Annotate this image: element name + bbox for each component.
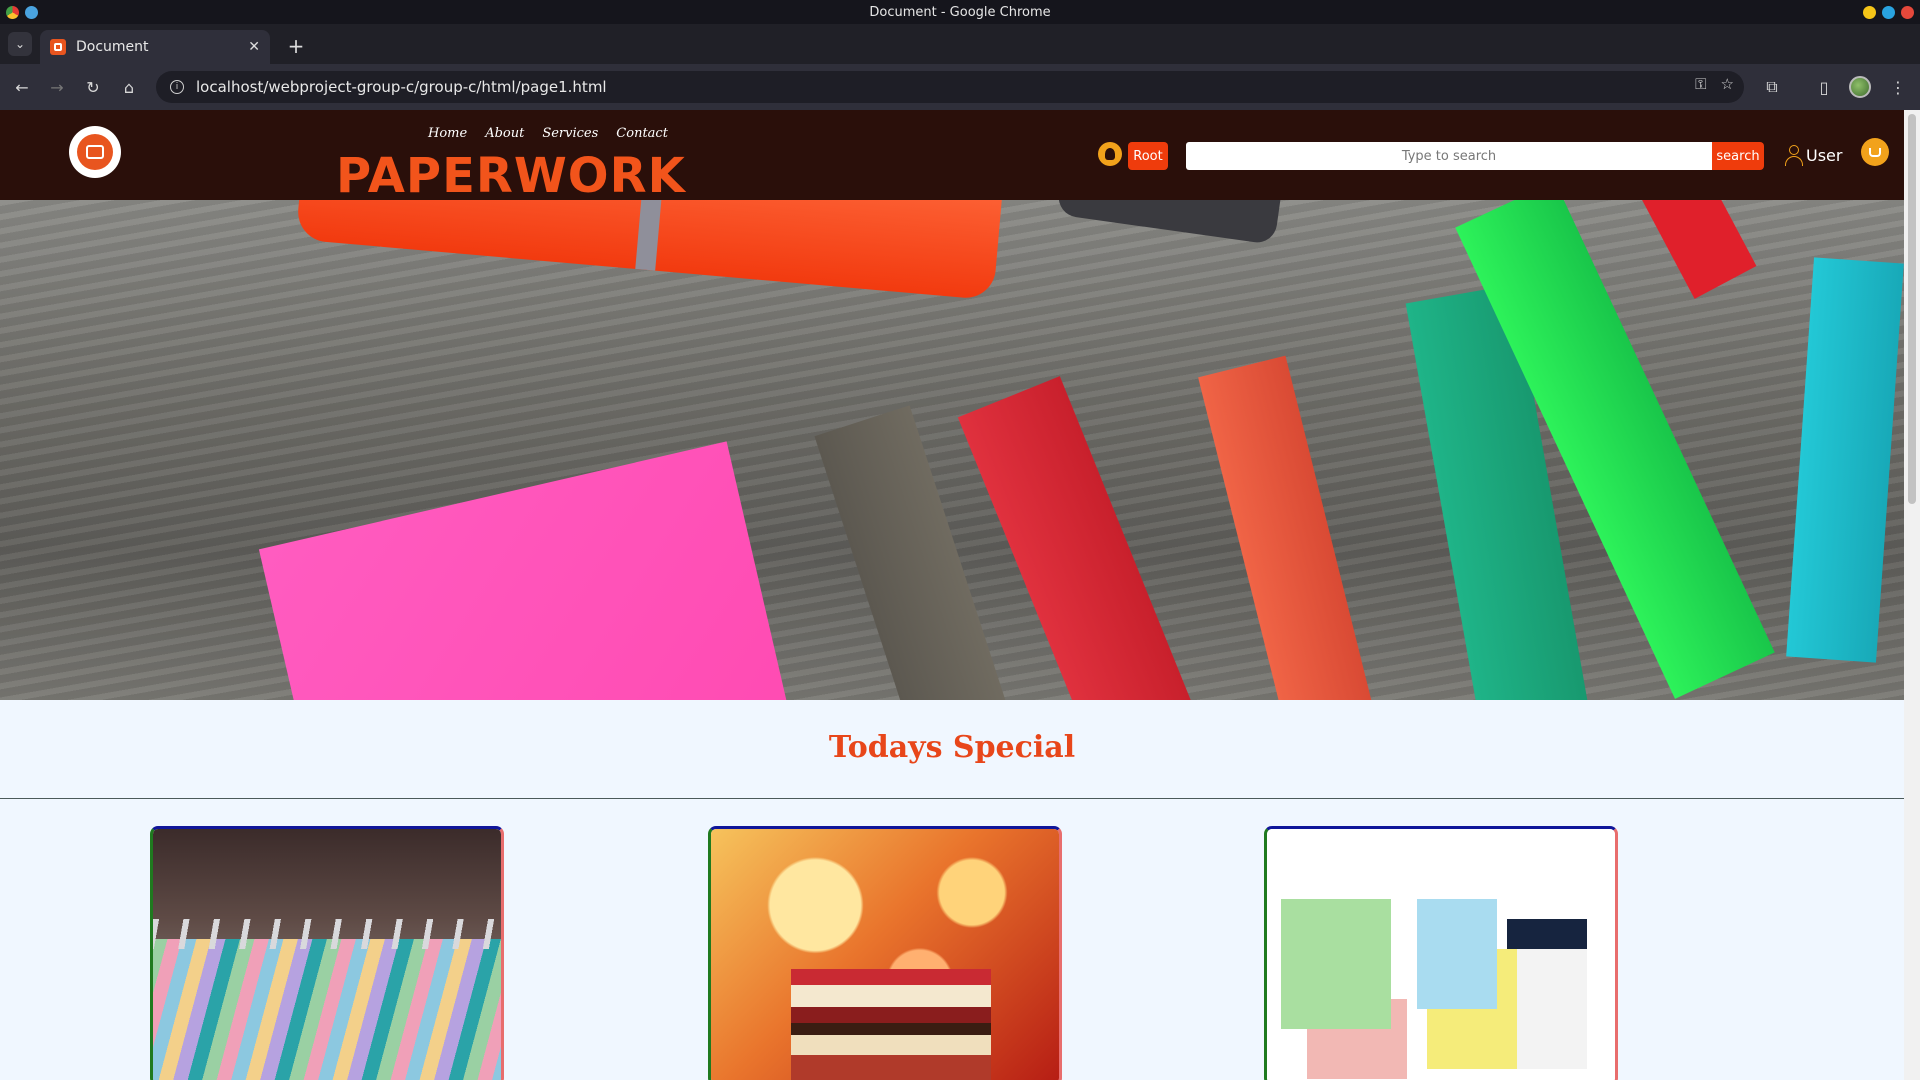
red-chalk-shape [957, 376, 1233, 700]
window-titlebar: Document - Google Chrome [0, 0, 1920, 24]
nav-contact[interactable]: Contact [616, 126, 668, 141]
browser-toolbar: ← → ↻ ⌂ i localhost/webproject-group-c/g… [0, 64, 1920, 110]
search-button[interactable]: search [1712, 142, 1764, 170]
forward-button[interactable]: → [45, 75, 69, 99]
back-button[interactable]: ← [10, 75, 34, 99]
extensions-icon[interactable]: ⧉ [1760, 75, 1784, 99]
bookmark-star-icon[interactable]: ☆ [1721, 75, 1734, 93]
nav-about[interactable]: About [485, 126, 524, 141]
window-app-icons [6, 6, 38, 19]
user-link[interactable]: User [1784, 144, 1842, 166]
special-card-3[interactable] [1264, 826, 1618, 1080]
colored-pencils-image [153, 829, 501, 1080]
page-favicon-icon [50, 39, 66, 55]
close-window-button[interactable] [1901, 6, 1914, 19]
site-info-icon[interactable]: i [170, 80, 184, 94]
cart-icon[interactable] [1861, 138, 1889, 166]
tab-search-button[interactable]: ⌄ [8, 32, 32, 56]
chrome-icon [6, 6, 19, 19]
logo-icon [77, 134, 113, 170]
maximize-button[interactable] [1882, 6, 1895, 19]
window-title: Document - Google Chrome [869, 4, 1051, 20]
nav-home[interactable]: Home [428, 126, 467, 141]
main-nav: Home About Services Contact [428, 126, 668, 141]
receipt-notepads-image [1267, 829, 1615, 1080]
coral-chalk-shape [1198, 355, 1392, 700]
profile-avatar[interactable] [1848, 75, 1872, 99]
special-card-2[interactable] [708, 826, 1062, 1080]
nav-services[interactable]: Services [542, 126, 598, 141]
root-button[interactable]: Root [1128, 142, 1168, 170]
site-logo[interactable] [69, 126, 121, 178]
red-pastel-shape [1633, 200, 1757, 299]
app-dot-icon [25, 6, 38, 19]
menu-kebab-icon[interactable]: ⋮ [1886, 75, 1910, 99]
user-label: User [1806, 145, 1843, 165]
home-button[interactable]: ⌂ [117, 75, 141, 99]
todays-special-heading: Todays Special [828, 730, 1076, 765]
page-scrollbar[interactable] [1904, 110, 1920, 1080]
hero-banner-image [0, 200, 1904, 700]
special-card-1[interactable] [150, 826, 504, 1080]
tab-bar: ⌄ Document ✕ + [0, 24, 1920, 64]
page-viewport: Home About Services Contact PAPERWORK Ro… [0, 110, 1904, 1080]
tab-label: Document [76, 39, 149, 55]
pink-sticky-note-shape [258, 441, 822, 700]
side-panel-icon[interactable]: ▯ [1812, 75, 1836, 99]
cyan-chalk-shape [1786, 257, 1904, 663]
tab-document[interactable]: Document ✕ [40, 30, 270, 64]
dark-marker-shape [1056, 200, 1284, 245]
new-tab-button[interactable]: + [284, 34, 308, 58]
stack-of-books-image [711, 829, 1059, 1080]
minimize-button[interactable] [1863, 6, 1876, 19]
search-input[interactable] [1186, 142, 1712, 170]
section-divider [0, 798, 1904, 799]
user-icon [1784, 144, 1804, 166]
address-bar[interactable]: i localhost/webproject-group-c/group-c/h… [156, 71, 1744, 103]
reload-button[interactable]: ↻ [81, 75, 105, 99]
key-icon[interactable]: ⚿ [1695, 75, 1706, 93]
brand-wordmark: PAPERWORK [336, 148, 686, 204]
site-header: Home About Services Contact PAPERWORK Ro… [0, 110, 1904, 204]
url-text: localhost/webproject-group-c/group-c/htm… [196, 78, 607, 96]
window-controls [1863, 6, 1914, 19]
scrollbar-thumb[interactable] [1908, 114, 1916, 504]
root-user-icon [1098, 142, 1122, 166]
close-tab-icon[interactable]: ✕ [248, 39, 260, 55]
